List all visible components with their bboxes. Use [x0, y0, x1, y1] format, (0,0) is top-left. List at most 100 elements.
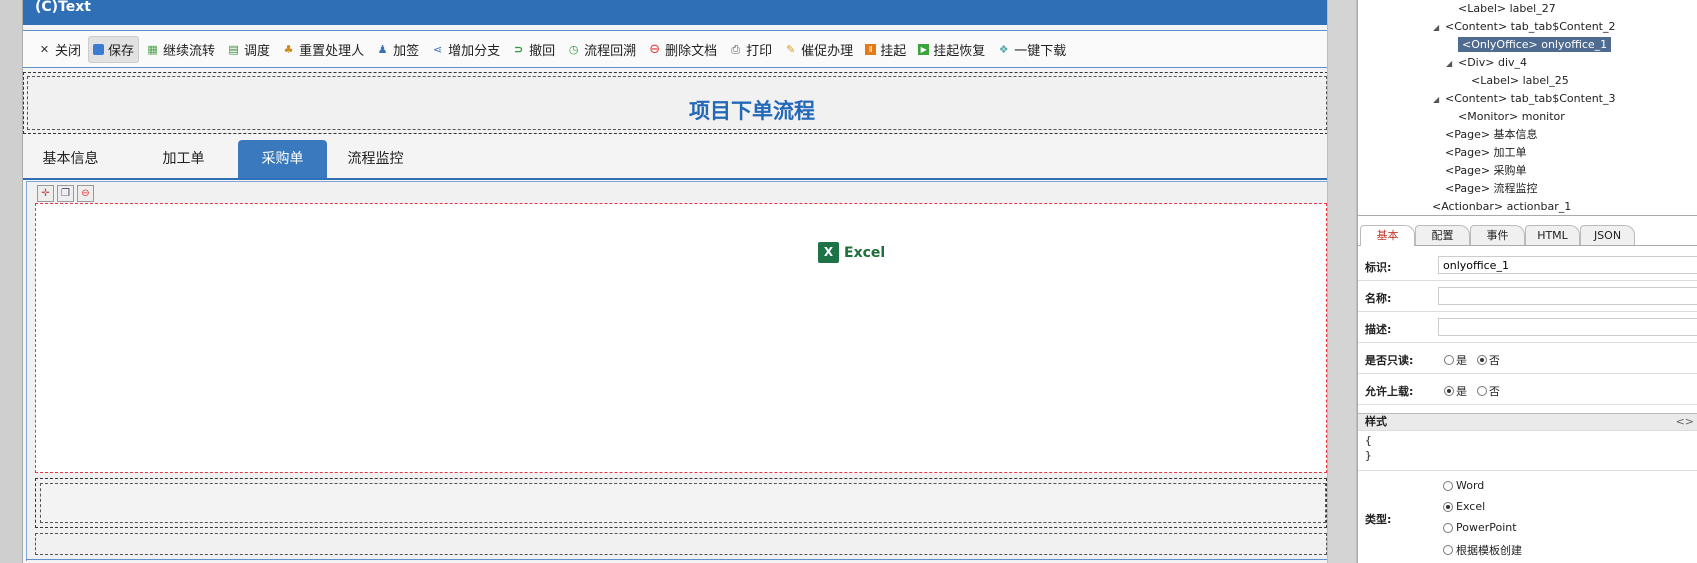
prop-tab-config[interactable]: 配置: [1415, 225, 1470, 245]
office-type-label: Excel: [844, 244, 886, 261]
withdraw-button[interactable]: ⊃ 撤回: [507, 36, 560, 63]
id-input[interactable]: [1438, 256, 1697, 274]
tree-node-label: <Content> tab_tab$Content_3: [1445, 92, 1616, 105]
excel-icon: X: [818, 242, 839, 263]
reset-handler-icon: ♣: [283, 42, 294, 56]
tree-node-label: <Div> div_4: [1458, 56, 1528, 69]
type-template-radio[interactable]: 根据模板创建: [1443, 542, 1522, 558]
suspend-button[interactable]: Ⅱ 挂起: [860, 36, 911, 63]
tree-node[interactable]: <Actionbar> actionbar_1: [1420, 198, 1571, 216]
excel-badge: X Excel: [818, 242, 885, 263]
tree-node[interactable]: <Page> 流程监控: [1433, 180, 1538, 198]
prop-row-upload: 允许上载: 是 否: [1358, 374, 1697, 405]
desc-input[interactable]: [1438, 318, 1697, 336]
type-word-radio[interactable]: Word: [1443, 479, 1484, 492]
tree-node-label: <OnlyOffice> onlyoffice_1: [1458, 37, 1612, 52]
tree-node[interactable]: ◢ <Content> tab_tab$Content_3: [1433, 90, 1616, 108]
readonly-yes-radio[interactable]: 是: [1444, 352, 1467, 368]
component-tree: <Label> label_27 ◢ <Content> tab_tab$Conte…: [1358, 0, 1697, 216]
style-editor[interactable]: { }: [1365, 433, 1372, 463]
tree-node-label: <Label> label_27: [1458, 2, 1556, 15]
tree-node-label: <Page> 加工单: [1445, 146, 1527, 159]
move-icon[interactable]: ✛: [37, 185, 54, 202]
code-expand-icon[interactable]: <>: [1676, 414, 1694, 430]
tree-node-label: <Monitor> monitor: [1458, 110, 1565, 123]
property-panel: <Label> label_27 ◢ <Content> tab_tab$Conte…: [1357, 0, 1697, 563]
tree-node[interactable]: ◢ <Div> div_4: [1446, 54, 1527, 72]
flow-trace-button[interactable]: ◷ 流程回溯: [562, 36, 641, 63]
style-section-header[interactable]: 样式 <>: [1358, 413, 1697, 431]
remove-icon[interactable]: ⊖: [77, 185, 94, 202]
form-designer-canvas: (C)Text ✕ 关闭 保存 ▦ 继续流转 ▤ 调度 ♣ 重置处理人 ♟ 加签 ⋖ 增加分…: [22, 0, 1328, 563]
print-icon: ⎙: [731, 42, 741, 56]
tab-processing-order[interactable]: 加工单: [141, 140, 226, 178]
tree-node-label: <Page> 流程监控: [1445, 182, 1538, 195]
tree-node[interactable]: <Page> 基本信息: [1433, 126, 1538, 144]
upload-radio-group: 是 否: [1444, 383, 1506, 399]
tree-expand-icon[interactable]: ◢: [1433, 19, 1445, 37]
upload-no-radio[interactable]: 否: [1476, 383, 1500, 399]
tree-node-label: <Page> 采购单: [1445, 164, 1527, 177]
download-button[interactable]: ❖ 一键下载: [992, 36, 1071, 63]
tree-node[interactable]: ◢ <Content> tab_tab$Content_2: [1433, 18, 1616, 36]
name-input[interactable]: [1438, 287, 1697, 305]
form-title: (C)Text: [35, 0, 91, 15]
tab-basic-info[interactable]: 基本信息: [23, 140, 118, 178]
page-title: 项目下单流程: [689, 99, 815, 123]
type-label: 类型:: [1365, 513, 1392, 526]
continue-flow-icon: ▦: [147, 42, 158, 56]
reset-handler-button[interactable]: ♣ 重置处理人: [277, 36, 369, 63]
header-section[interactable]: 项目下单流程: [23, 72, 1328, 134]
copy-icon[interactable]: ❐: [57, 185, 74, 202]
close-button[interactable]: ✕ 关闭: [33, 36, 86, 63]
close-icon: ✕: [39, 42, 50, 56]
type-excel-radio[interactable]: Excel: [1443, 500, 1485, 513]
readonly-no-radio[interactable]: 否: [1476, 352, 1500, 368]
tab-bar: 基本信息 加工单 采购单 流程监控: [23, 140, 1328, 180]
type-powerpoint-radio[interactable]: PowerPoint: [1443, 521, 1517, 534]
prop-row-id: 标识:: [1358, 250, 1697, 281]
prop-tab-json[interactable]: JSON: [1580, 225, 1635, 245]
tree-node[interactable]: <Page> 采购单: [1433, 162, 1527, 180]
add-sign-icon: ♟: [377, 42, 388, 56]
save-icon: [93, 43, 105, 55]
form-title-bar: (C)Text: [23, 0, 1328, 25]
save-button[interactable]: 保存: [88, 35, 140, 63]
div-label-box: [40, 483, 1326, 523]
withdraw-icon: ⊃: [514, 42, 524, 56]
add-sign-button[interactable]: ♟ 加签: [371, 36, 424, 63]
suspend-icon: Ⅱ: [865, 43, 877, 55]
id-label: 标识:: [1365, 261, 1392, 274]
dispatch-icon: ▤: [228, 42, 239, 56]
tree-node[interactable]: <Monitor> monitor: [1446, 108, 1565, 126]
resume-button[interactable]: ▶ 挂起恢复: [913, 36, 990, 63]
panel-splitter[interactable]: [1327, 0, 1357, 563]
tab-purchase-order[interactable]: 采购单: [238, 140, 327, 178]
onlyoffice-area[interactable]: X Excel: [35, 203, 1327, 473]
tree-expand-icon[interactable]: ◢: [1446, 55, 1458, 73]
delete-doc-button[interactable]: ⊖ 删除文档: [643, 36, 722, 63]
tree-node[interactable]: <Page> 加工单: [1433, 144, 1527, 162]
property-tabs: 基本 配置 事件 HTML JSON: [1358, 223, 1697, 246]
prop-row-type: 类型: Word Excel PowerPoint 根据模板创建: [1358, 470, 1697, 563]
continue-flow-button[interactable]: ▦ 继续流转: [141, 36, 220, 63]
div-container[interactable]: [35, 478, 1327, 528]
tree-node[interactable]: <Label> label_25: [1459, 72, 1569, 90]
div-container-2[interactable]: [35, 533, 1327, 555]
print-button[interactable]: ⎙ 打印: [724, 36, 777, 63]
tree-node[interactable]: <Label> label_27: [1446, 0, 1556, 18]
prop-tab-basic[interactable]: 基本: [1360, 225, 1415, 246]
urge-button[interactable]: ✎ 催促办理: [779, 36, 858, 63]
upload-yes-radio[interactable]: 是: [1444, 383, 1467, 399]
tree-node[interactable]: <OnlyOffice> onlyoffice_1: [1446, 36, 1612, 54]
prop-tab-html[interactable]: HTML: [1525, 225, 1580, 245]
add-branch-button[interactable]: ⋖ 增加分支: [426, 36, 505, 63]
tree-node-label: <Actionbar> actionbar_1: [1432, 200, 1572, 213]
readonly-radio-group: 是 否: [1444, 352, 1506, 368]
tree-expand-icon[interactable]: ◢: [1433, 91, 1445, 109]
dispatch-button[interactable]: ▤ 调度: [222, 36, 275, 63]
prop-row-desc: 描述:: [1358, 312, 1697, 343]
tab-flow-monitor[interactable]: 流程监控: [328, 140, 423, 178]
prop-row-readonly: 是否只读: 是 否: [1358, 343, 1697, 374]
prop-tab-events[interactable]: 事件: [1470, 225, 1525, 245]
